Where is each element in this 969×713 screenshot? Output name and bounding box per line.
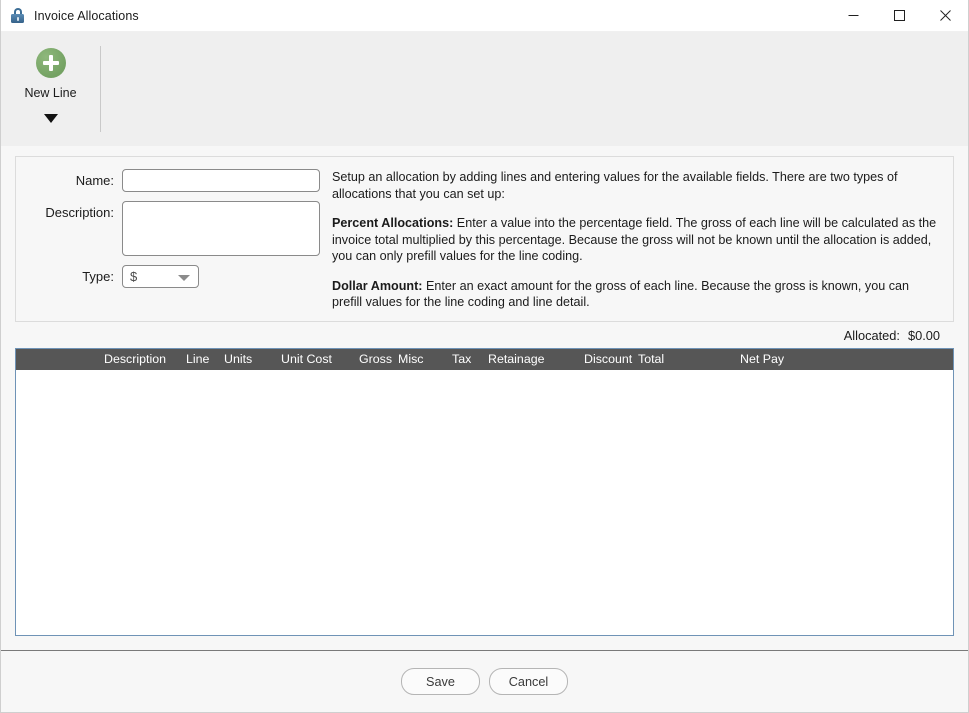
allocated-summary: Allocated: $0.00 (15, 322, 954, 348)
cancel-button[interactable]: Cancel (489, 668, 568, 695)
ribbon-toolbar: New Line (1, 32, 968, 146)
allocated-value: $0.00 (907, 327, 940, 343)
grid-column-header[interactable]: Description (104, 352, 166, 366)
grid-column-header[interactable]: Retainage (488, 352, 545, 366)
grid-column-header[interactable]: Gross (359, 352, 392, 366)
help-dollar: Dollar Amount: Enter an exact amount for… (332, 278, 941, 311)
type-dropdown-value: $ (130, 269, 138, 284)
help-intro: Setup an allocation by adding lines and … (332, 170, 898, 201)
type-row: Type: $ (16, 265, 332, 288)
chevron-down-icon (178, 275, 190, 281)
new-line-dropdown-icon[interactable] (43, 114, 58, 123)
help-dollar-title: Dollar Amount: (332, 278, 423, 293)
save-button[interactable]: Save (401, 668, 480, 695)
ribbon-group-new-line: New Line (1, 32, 100, 146)
maximize-icon (893, 10, 905, 21)
new-line-label: New Line (24, 86, 77, 100)
minimize-button[interactable] (830, 0, 876, 31)
description-input[interactable] (122, 201, 320, 256)
grid-header-row: Description Line Units Unit Cost Gross Misc Ta… (16, 348, 953, 370)
help-percent: Percent Allocations: Enter a value into … (332, 215, 941, 265)
allocation-details-panel: Name: Description: Type: $ Setup an allo… (15, 156, 954, 322)
close-icon (939, 10, 951, 21)
type-dropdown[interactable]: $ (122, 265, 199, 288)
help-percent-title: Percent Allocations: (332, 216, 454, 230)
title-bar-left: Invoice Allocations (1, 8, 139, 23)
maximize-button[interactable] (876, 0, 922, 31)
allocation-form: Name: Description: Type: $ (16, 167, 332, 311)
grid-column-header[interactable]: Unit Cost (281, 352, 332, 366)
grid-column-header[interactable]: Units (224, 352, 252, 366)
invoice-allocations-window: Invoice Allocations New Line Name: Descr… (0, 0, 969, 713)
lock-icon (10, 8, 25, 23)
grid-column-header[interactable]: Line (186, 352, 209, 366)
description-label: Description: (45, 205, 114, 220)
window-title: Invoice Allocations (34, 8, 139, 23)
allocation-lines-grid: Description Line Units Unit Cost Gross Misc Ta… (15, 347, 954, 636)
type-label: Type: (82, 269, 114, 284)
grid-column-header[interactable]: Total (638, 352, 664, 366)
allocated-label: Allocated: (843, 327, 900, 343)
name-label: Name: (75, 173, 114, 188)
grid-body[interactable] (16, 369, 953, 635)
main-content: Name: Description: Type: $ Setup an allo… (1, 146, 968, 650)
description-row: Description: (16, 201, 332, 256)
grid-column-header[interactable]: Tax (452, 352, 471, 366)
grid-column-header[interactable]: Misc (398, 352, 423, 366)
window-controls (830, 0, 968, 31)
help-text: Setup an allocation by adding lines and … (332, 167, 953, 311)
new-line-button[interactable]: New Line (1, 48, 100, 100)
name-row: Name: (16, 169, 332, 192)
ribbon-separator (100, 46, 101, 132)
grid-column-header[interactable]: Net Pay (740, 352, 784, 366)
minimize-icon (848, 15, 858, 16)
footer-bar: Save Cancel (1, 650, 968, 712)
plus-circle-icon (35, 48, 66, 78)
name-input[interactable] (122, 169, 320, 192)
title-bar: Invoice Allocations (1, 0, 968, 32)
grid-column-header[interactable]: Discount (584, 352, 632, 366)
close-button[interactable] (922, 0, 968, 31)
